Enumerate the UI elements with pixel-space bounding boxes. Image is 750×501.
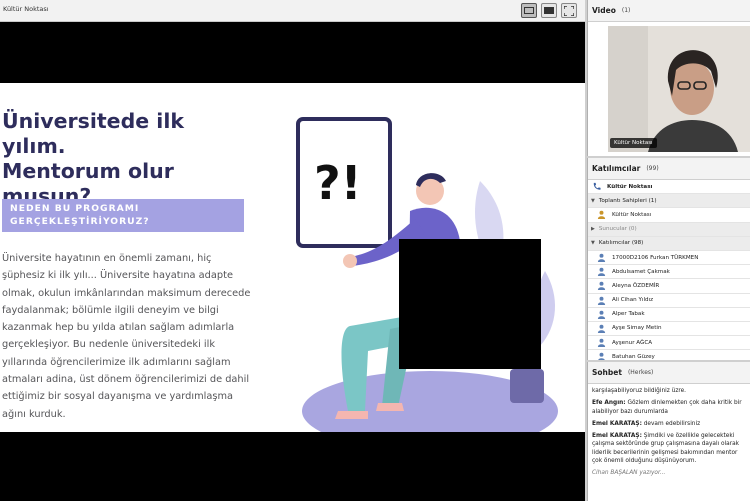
- presenters-group-header[interactable]: ▶ Sunucular (0): [588, 222, 750, 237]
- slide-banner-line-2: GERÇEKLEŞTİRİYORUZ?: [10, 215, 150, 227]
- tablet-question-exclaim: ?!: [314, 156, 362, 210]
- participant-row[interactable]: 17000D2106 Furkan TÜRKMEN: [588, 251, 750, 266]
- user-icon: [597, 296, 606, 305]
- chat-message: Emel KARATAŞ: devam edebilirsiniz: [592, 420, 746, 428]
- webcam-name-label: Kültür Noktası: [610, 138, 657, 148]
- slide-title: Üniversitede ilk yılım. Mentorum olur mu…: [2, 109, 252, 209]
- hosts-group-label: Toplantı Sahipleri (1): [598, 197, 657, 204]
- share-toolbar: [521, 3, 577, 18]
- chat-panel-header: Sohbet (Herkes): [588, 362, 750, 384]
- chat-messages[interactable]: karşılaşabiliyoruz bildiğiniz üzre. Efe …: [588, 384, 750, 501]
- participant-name: Alper Tabak: [612, 311, 645, 318]
- chat-message: Efe Angın: Gözlem dinlemekten çok daha k…: [592, 399, 746, 416]
- collapse-triangle-icon: ▼: [591, 197, 595, 204]
- chat-message-text: devam edebilirsiniz: [643, 420, 701, 427]
- fullscreen-icon: [564, 5, 574, 16]
- host-row[interactable]: Kültür Noktası: [588, 208, 750, 223]
- hosts-group-header[interactable]: ▼ Toplantı Sahipleri (1): [588, 194, 750, 209]
- person-shoe: [376, 403, 404, 411]
- phone-icon: [593, 182, 601, 190]
- user-icon: [597, 267, 606, 277]
- chat-scope[interactable]: (Herkes): [628, 369, 653, 376]
- participant-row[interactable]: Abdulsamet Çakmak: [588, 265, 750, 280]
- chat-panel: Sohbet (Herkes) karşılaşabiliyoruz bildi…: [587, 362, 750, 501]
- user-icon: [597, 324, 606, 333]
- filmstrip-view-button[interactable]: [541, 3, 557, 18]
- webcam-feed: [608, 26, 750, 152]
- participant-name: Ayşenur AĞCA: [612, 339, 653, 346]
- typing-indicator: Cihan BAŞALAN yazıyor...: [592, 470, 666, 477]
- participant-row[interactable]: Ayşenur AĞCA: [588, 336, 750, 351]
- share-header: Kültür Noktası: [0, 0, 585, 22]
- chat-message-text: karşılaşabiliyoruz bildiğiniz üzre.: [592, 388, 687, 394]
- chat-message-author: Emel KARATAŞ:: [592, 420, 642, 427]
- slide-title-line-2: Mentorum olur: [2, 159, 174, 183]
- attendees-panel-count: (99): [646, 165, 659, 172]
- user-icon: [598, 353, 605, 360]
- chat-message: karşılaşabiliyoruz bildiğiniz üzre.: [592, 387, 746, 395]
- video-panel: Video (1) Kültür Noktası: [587, 0, 750, 156]
- fullscreen-button[interactable]: [561, 3, 577, 18]
- screen-share-pane: Kültür Noktası Üniversitede ilk yılım. M…: [0, 0, 585, 501]
- participant-row[interactable]: Alper Tabak: [588, 308, 750, 322]
- chat-panel-title: Sohbet: [592, 368, 622, 377]
- filmstrip-icon: [544, 7, 554, 14]
- expand-triangle-icon: ▶: [591, 226, 595, 233]
- presenters-group-label: Sunucular (0): [598, 226, 637, 233]
- participant-name: 17000D2106 Furkan TÜRKMEN: [612, 254, 699, 261]
- host-name: Kültür Noktası: [612, 211, 652, 218]
- collapse-triangle-icon: ▼: [591, 240, 595, 247]
- webcam-person: [608, 26, 750, 152]
- person-hand: [343, 254, 357, 268]
- participant-row[interactable]: Aleyna ÖZDEMİR: [588, 279, 750, 294]
- person-shoe: [335, 411, 368, 419]
- illustration-pot: [510, 369, 544, 403]
- monitor-icon: [524, 7, 534, 14]
- user-icon: [597, 338, 606, 348]
- share-title: Kültür Noktası: [3, 5, 49, 13]
- slide-title-line-1: Üniversitede ilk yılım.: [2, 109, 184, 158]
- single-screen-view-button[interactable]: [521, 3, 537, 18]
- participant-name: Ayşe Simay Metin: [612, 325, 662, 332]
- slide-banner-line-1: NEDEN BU PROGRAMI: [10, 203, 140, 214]
- video-panel-count: (1): [621, 7, 631, 14]
- slide-banner: NEDEN BU PROGRAMI GERÇEKLEŞTİRİYORUZ?: [2, 199, 244, 232]
- video-panel-title: Video: [592, 6, 616, 15]
- video-panel-header: Video (1): [588, 0, 750, 22]
- self-row[interactable]: Kültür Noktası: [588, 180, 750, 195]
- host-user-icon: [597, 211, 606, 220]
- participant-name: Aleyna ÖZDEMİR: [612, 282, 660, 289]
- attendees-panel: Katılımcılar (99) Kültür Noktası ▼ Topla…: [587, 158, 750, 360]
- self-name: Kültür Noktası: [607, 183, 653, 190]
- slide-body-text: Üniversite hayatının en önemli zamanı, h…: [2, 253, 251, 420]
- participant-row[interactable]: Ayşe Simay Metin: [588, 322, 750, 337]
- user-icon: [597, 253, 606, 263]
- user-icon: [597, 282, 606, 291]
- participant-name: Batuhan Güzey: [612, 353, 655, 360]
- meeting-window: Kültür Noktası Üniversitede ilk yılım. M…: [0, 0, 750, 501]
- participant-row[interactable]: Ali Cihan Yıldız: [588, 294, 750, 308]
- attendees-list[interactable]: Kültür Noktası ▼ Toplantı Sahipleri (1) …: [588, 180, 750, 360]
- attendees-panel-title: Katılımcılar: [592, 164, 641, 173]
- chat-message-author: Emel KARATAŞ:: [592, 433, 642, 440]
- participant-name: Ali Cihan Yıldız: [612, 297, 654, 304]
- participants-group-label: Katılımcılar (98): [598, 240, 644, 247]
- participants-group-header[interactable]: ▼ Katılımcılar (98): [588, 236, 750, 251]
- attendees-panel-header: Katılımcılar (99): [588, 158, 750, 180]
- chat-message: Emel KARATAŞ: Şimdiki ve özellikle gelec…: [592, 432, 746, 465]
- user-icon: [597, 310, 606, 319]
- chat-message-author: Efe Angın:: [592, 400, 626, 407]
- participant-row[interactable]: Batuhan Güzey: [588, 350, 750, 360]
- participant-name: Abdulsamet Çakmak: [612, 268, 670, 275]
- redacted-area: [399, 239, 541, 369]
